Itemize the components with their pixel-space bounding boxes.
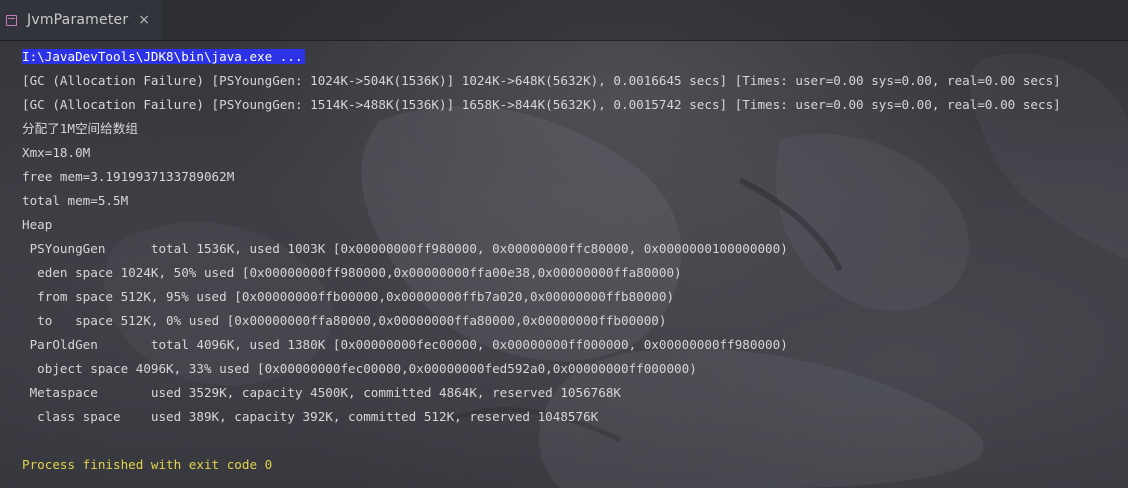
console-icon [6,14,17,26]
tab-label: JvmParameter [27,12,129,28]
console-line: Metaspace used 3529K, capacity 4500K, co… [22,385,621,400]
console-line: total mem=5.5M [22,193,129,208]
tab-bar: JvmParameter × [0,0,1128,41]
console-line: [GC (Allocation Failure) [PSYoungGen: 10… [22,73,1061,88]
console-line: eden space 1024K, 50% used [0x00000000ff… [22,265,682,280]
tab-jvmparameter[interactable]: JvmParameter × [0,0,162,40]
console-line: free mem=3.1919937133789062M [22,169,235,184]
console-line: ParOldGen total 4096K, used 1380K [0x000… [22,337,788,352]
close-icon[interactable]: × [138,12,150,28]
console-line: [GC (Allocation Failure) [PSYoungGen: 15… [22,97,1061,112]
console-line: PSYoungGen total 1536K, used 1003K [0x00… [22,241,788,256]
console-line: object space 4096K, 33% used [0x00000000… [22,361,697,376]
run-console-window: JvmParameter × I:\JavaDevTools\JDK8\bin\… [0,0,1128,488]
console-line: from space 512K, 95% used [0x00000000ffb… [22,289,675,304]
console-output[interactable]: I:\JavaDevTools\JDK8\bin\java.exe ... [G… [0,45,1128,488]
console-line: Xmx=18.0M [22,145,91,160]
console-line: 分配了1M空间给数组 [22,121,138,136]
exit-message: Process finished with exit code 0 [22,457,273,472]
console-line-command[interactable]: I:\JavaDevTools\JDK8\bin\java.exe ... [22,48,305,66]
console-line: to space 512K, 0% used [0x00000000ffa800… [22,313,667,328]
console-line: class space used 389K, capacity 392K, co… [22,409,599,424]
console-line: Heap [22,217,53,232]
command-link[interactable]: I:\JavaDevTools\JDK8\bin\java.exe ... [22,49,305,64]
